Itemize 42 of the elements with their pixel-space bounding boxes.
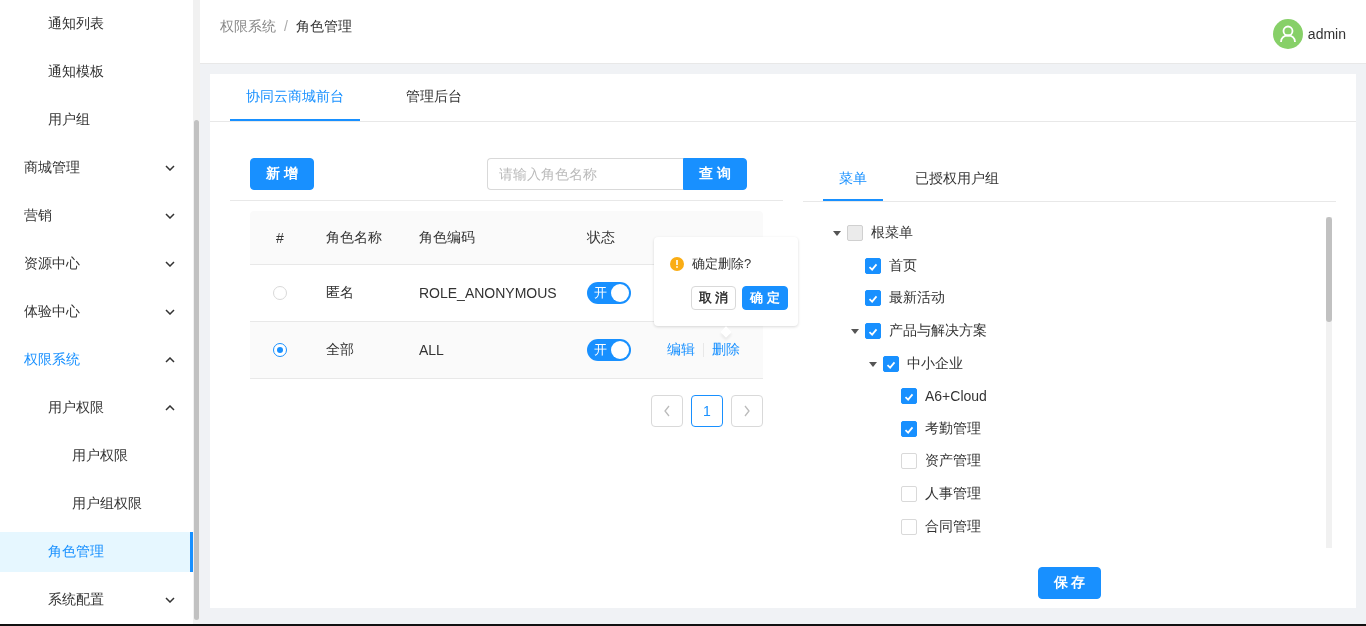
chevron-down-icon: [165, 261, 175, 267]
sidebar-item[interactable]: 系统配置: [0, 580, 193, 620]
sidebar-item[interactable]: 通知模板: [0, 52, 193, 92]
table-cell: 匿名: [326, 284, 354, 300]
sidebar-item[interactable]: 用户权限: [0, 436, 193, 476]
chevron-down-icon: [165, 597, 175, 603]
radio-button[interactable]: [273, 343, 287, 357]
chevron-down-icon: [165, 165, 175, 171]
sidebar-item[interactable]: 营销: [0, 196, 193, 236]
column-header: 角色名称: [326, 228, 382, 245]
cancel-button[interactable]: 取 消: [690, 286, 737, 310]
chevron-up-icon: [165, 357, 175, 363]
chevron-down-icon: [165, 309, 175, 315]
column-header: 状态: [587, 228, 615, 245]
avatar-icon[interactable]: [1272, 19, 1303, 49]
sidebar-item[interactable]: 商城管理: [0, 148, 193, 188]
chevron-right-icon: [743, 405, 751, 417]
sidebar-item[interactable]: 通知列表: [0, 4, 193, 44]
table-cell: 全部: [326, 341, 354, 357]
breadcrumb-item: 角色管理: [295, 18, 352, 36]
tab[interactable]: 已授权用户组: [899, 159, 1015, 201]
sidebar-item[interactable]: 用户权限: [0, 388, 193, 428]
breadcrumb-separator: /: [284, 18, 288, 36]
table-cell: ALL: [419, 342, 444, 358]
sidebar-item[interactable]: 资源中心: [0, 244, 193, 284]
chevron-left-icon: [663, 405, 671, 417]
search-field[interactable]: 请输入角色名称: [487, 158, 683, 190]
sidebar-item[interactable]: 用户组权限: [0, 484, 193, 524]
chevron-up-icon: [165, 405, 175, 411]
user-name[interactable]: admin: [1307, 26, 1346, 42]
warning-icon: [670, 257, 684, 271]
sidebar-item[interactable]: 体验中心: [0, 292, 193, 332]
scrollbar[interactable]: [193, 0, 200, 624]
sidebar-item[interactable]: 用户组: [0, 100, 193, 140]
chevron-down-icon: [165, 213, 175, 219]
column-header: 角色编码: [419, 228, 475, 245]
table-cell: ROLE_ANONYMOUS: [419, 285, 557, 301]
breadcrumb-item[interactable]: 权限系统: [220, 18, 276, 36]
tab[interactable]: 管理后台: [390, 74, 478, 121]
scrollbar[interactable]: [1326, 217, 1332, 548]
column-header: #: [276, 229, 284, 246]
table-row[interactable]: 全部 ALL 开 编辑 删除: [250, 322, 763, 379]
